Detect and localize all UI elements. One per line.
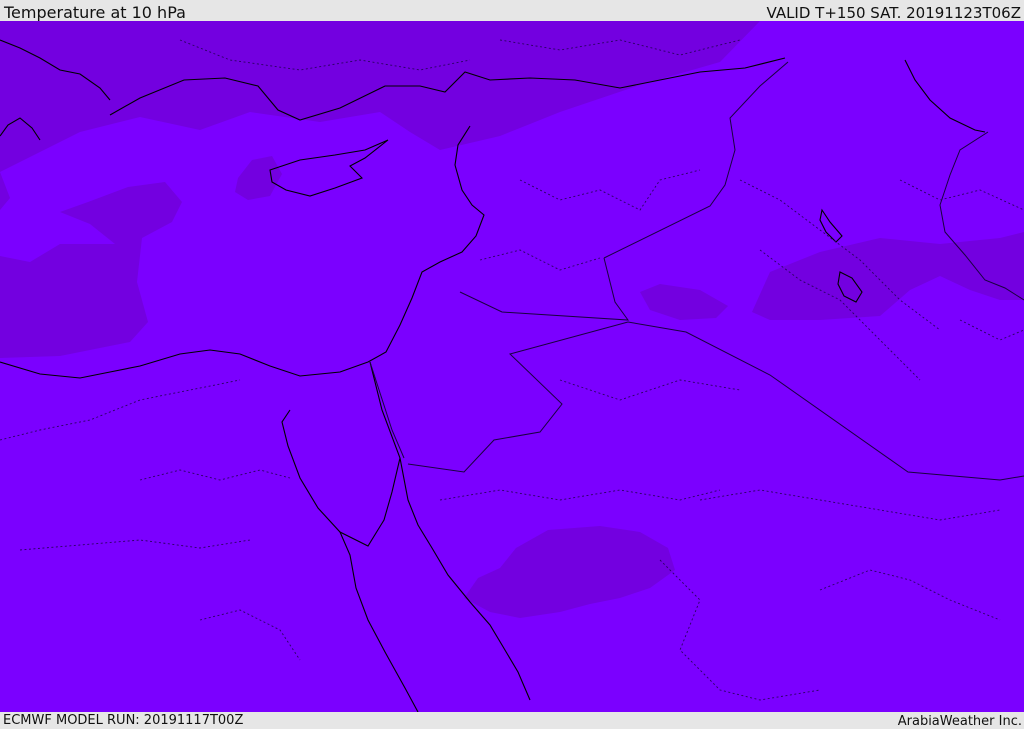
credit-label: ArabiaWeather Inc. <box>897 714 1022 729</box>
title-bar: Temperature at 10 hPa VALID T+150 SAT. 2… <box>0 0 1024 22</box>
valid-time-label: VALID T+150 SAT. 20191123T06Z <box>766 4 1021 22</box>
map-canvas <box>0 21 1024 712</box>
footer-bar: ECMWF MODEL RUN: 20191117T00Z ArabiaWeat… <box>0 712 1024 729</box>
temperature-map <box>0 21 1024 712</box>
map-title: Temperature at 10 hPa <box>4 3 186 22</box>
model-run-label: ECMWF MODEL RUN: 20191117T00Z <box>3 713 244 728</box>
